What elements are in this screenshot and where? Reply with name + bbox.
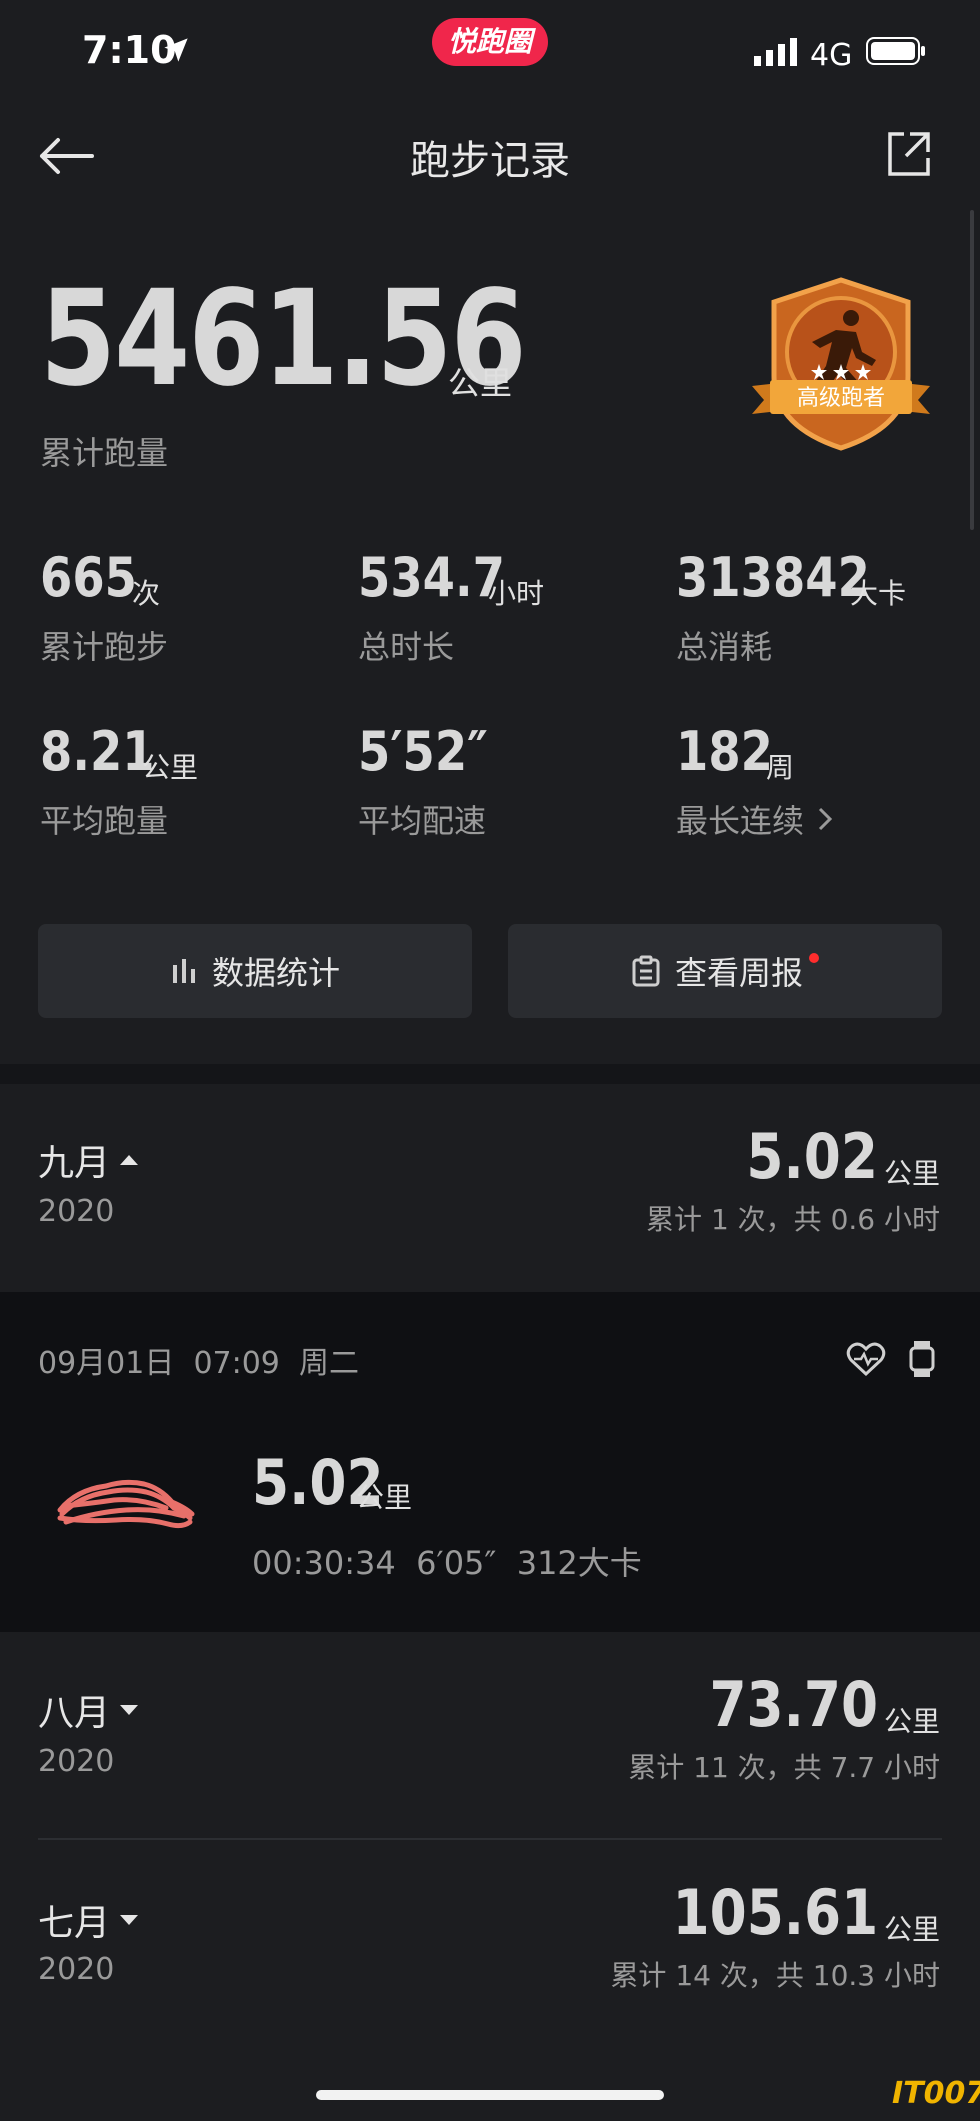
month-year: 2020 [38, 1744, 115, 1779]
month-summary: 累计 1 次，共 0.6 小时 [646, 1203, 940, 1236]
month-unit: 公里 [883, 1913, 940, 1946]
stat-value-calories: 313842 [676, 546, 870, 609]
weekly-report-label: 查看周报 [674, 954, 803, 992]
badge-text: 高级跑者 [797, 386, 885, 411]
section-divider [0, 1064, 980, 1084]
caret-down-icon [120, 1705, 139, 1715]
watermark: IT007 [892, 2076, 980, 2111]
stat-value-duration: 534.7 [358, 546, 505, 609]
battery-icon [866, 37, 925, 65]
network-type: 4G [810, 38, 853, 73]
stat-unit-calories: 大卡 [850, 577, 907, 610]
month-name: 九月 [38, 1143, 111, 1184]
share-icon[interactable] [884, 130, 932, 178]
record-datetime: 09月01日 07:09 周二 [38, 1346, 359, 1381]
brand-pill: 悦跑圈 [432, 18, 548, 66]
stat-unit-avg-distance: 公里 [142, 751, 199, 784]
total-unit: 公里 [448, 364, 513, 402]
stat-value-longest-streak: 182 [676, 720, 773, 783]
home-indicator[interactable] [316, 2090, 664, 2100]
scrollbar[interactable] [970, 210, 974, 530]
weekly-report-button[interactable]: 查看周报 [508, 924, 942, 1018]
stat-value-runs: 665 [40, 546, 137, 609]
stat-label-avg-distance: 平均跑量 [40, 802, 169, 840]
stat-value-avg-distance: 8.21 [40, 720, 155, 783]
watch-icon [909, 1341, 935, 1377]
data-stats-button[interactable]: 数据统计 [38, 924, 472, 1018]
month-distance: 105.61 [672, 1876, 878, 1949]
page-title: 跑步记录 [410, 138, 570, 184]
route-map-thumbnail [57, 1479, 195, 1529]
caret-down-icon [120, 1915, 139, 1925]
month-header-september[interactable]: 九月 [38, 1134, 140, 1186]
stat-unit-runs: 次 [132, 577, 161, 610]
longest-streak-link[interactable]: 最长连续 [676, 796, 836, 842]
bar-chart-icon [172, 959, 195, 983]
month-year: 2020 [38, 1952, 115, 1987]
stat-label-calories: 总消耗 [676, 628, 773, 666]
notification-dot [809, 953, 819, 963]
stat-unit-longest-streak: 周 [766, 751, 795, 784]
stat-value-avg-pace: 5′52″ [358, 720, 488, 783]
total-label: 累计跑量 [40, 434, 169, 472]
caret-up-icon [120, 1155, 139, 1165]
record-duration: 00:30:34 [252, 1544, 396, 1582]
month-distance: 5.02 [746, 1120, 878, 1193]
chevron-right-icon [818, 807, 833, 831]
stat-label-avg-pace: 平均配速 [358, 802, 487, 840]
month-unit: 公里 [883, 1705, 940, 1738]
record-calories: 312大卡 [516, 1544, 642, 1582]
runner-badge-icon[interactable]: 高级跑者 [748, 276, 934, 452]
record-pace: 6′05″ [416, 1544, 497, 1582]
month-summary: 累计 11 次，共 7.7 小时 [628, 1751, 940, 1784]
record-unit: 公里 [356, 1481, 413, 1514]
month-header-august[interactable]: 八月 [38, 1684, 140, 1736]
list-divider [38, 1838, 942, 1840]
record-details: 00:30:34 6′05″ 312大卡 [252, 1538, 642, 1584]
heart-rate-icon [846, 1342, 886, 1377]
month-name: 八月 [38, 1693, 111, 1734]
data-stats-label: 数据统计 [211, 954, 340, 992]
month-year: 2020 [38, 1194, 115, 1229]
month-summary: 累计 14 次，共 10.3 小时 [610, 1959, 940, 1992]
location-arrow-icon [164, 38, 188, 62]
stat-label-runs: 累计跑步 [40, 628, 169, 666]
month-name: 七月 [38, 1903, 111, 1944]
month-header-july[interactable]: 七月 [38, 1894, 140, 1946]
stat-label-duration: 总时长 [358, 628, 455, 666]
stat-label-longest-streak: 最长连续 [676, 802, 805, 840]
month-unit: 公里 [883, 1157, 940, 1190]
stat-unit-duration: 小时 [488, 577, 545, 610]
clipboard-icon [632, 955, 660, 987]
month-distance: 73.70 [709, 1668, 878, 1741]
signal-icon [754, 38, 797, 66]
